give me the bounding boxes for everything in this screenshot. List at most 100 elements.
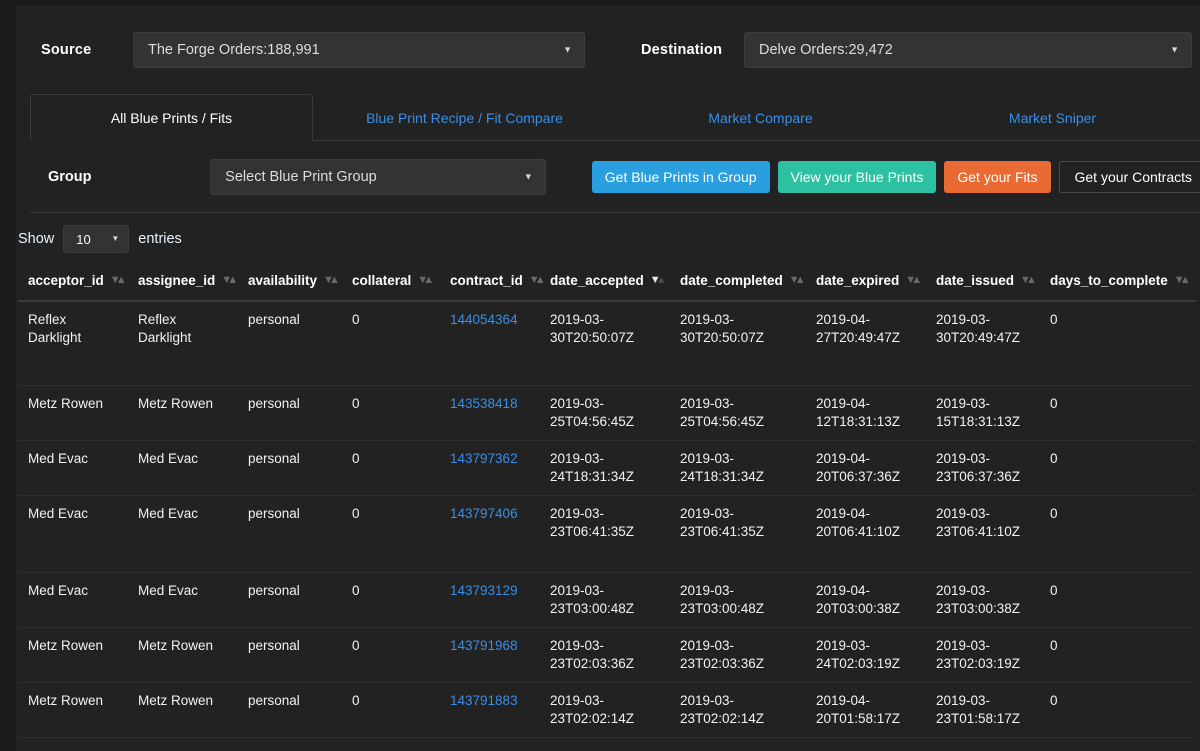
- cell-days-to-complete: 0: [1040, 495, 1196, 573]
- cell-date-issued: 2019-03-23T01:58:17Z: [926, 682, 1040, 738]
- table-row: Metz Rowen Metz Rowen personal 0 143538418 20…: [18, 385, 1196, 441]
- cell-date-accepted: 2019-03-23T02:03:36Z: [540, 627, 670, 683]
- cell-date-expired: 2019-04-20T03:00:38Z: [806, 572, 926, 628]
- column-header-label: availability: [248, 273, 318, 288]
- group-label: Group: [48, 168, 92, 185]
- cell-assignee-id: Metz Rowen: [128, 385, 238, 441]
- sort-icon-active: ▼ ▲: [650, 274, 667, 287]
- cell-date-issued: 2019-03-15T18:31:13Z: [926, 385, 1040, 441]
- sort-up-icon: ▲: [329, 274, 340, 286]
- cell-date-accepted: 2019-03-30T20:50:07Z: [540, 301, 670, 386]
- sort-icon: ▼ ▲: [789, 274, 806, 287]
- destination-select[interactable]: Delve Orders:29,472 ▼: [744, 31, 1192, 68]
- blue-print-group-select[interactable]: Select Blue Print Group ▼: [210, 158, 546, 195]
- app-root: Source The Forge Orders:188,991 ▼ Destin…: [8, 3, 1200, 751]
- source-label: Source: [41, 41, 92, 58]
- sort-up-icon: ▲: [1179, 274, 1191, 286]
- view-your-blue-prints-button[interactable]: View your Blue Prints: [777, 160, 937, 193]
- tab-market-sniper[interactable]: Market Sniper: [905, 94, 1200, 140]
- cell-availability: personal: [238, 627, 342, 683]
- cell-assignee-id: Med Evac: [128, 495, 238, 573]
- column-header-label: acceptor_id: [28, 273, 104, 288]
- sort-up-icon: ▲: [794, 274, 806, 286]
- show-entries-row: Show 10 ▼ entries: [8, 213, 1200, 265]
- column-header-label: date_expired: [816, 273, 900, 288]
- cell-acceptor-id: Med Evac: [18, 572, 128, 628]
- sort-icon: ▼ ▲: [221, 274, 238, 287]
- column-header-label: assignee_id: [138, 273, 216, 288]
- sort-up-icon: ▲: [911, 274, 923, 286]
- entries-per-page-select[interactable]: 10 ▼: [63, 225, 130, 253]
- column-header-label: contract_id: [450, 273, 523, 288]
- column-header-date-expired[interactable]: date_expired ▼ ▲: [806, 265, 926, 302]
- column-header-date-issued[interactable]: date_issued ▼ ▲: [926, 265, 1040, 302]
- column-header-acceptor-id[interactable]: acceptor_id ▼ ▲: [18, 265, 128, 302]
- table-row: Reflex Darklight Reflex Darklight personal…: [18, 301, 1196, 386]
- column-header-days-to-complete[interactable]: days_to_complete ▼ ▲: [1040, 265, 1196, 302]
- cell-date-expired: 2019-04-27T20:49:47Z: [806, 301, 926, 386]
- top-margin-rail: [8, 3, 1200, 6]
- get-your-fits-button[interactable]: Get your Fits: [944, 160, 1051, 193]
- column-header-date-accepted[interactable]: date_accepted ▼ ▲: [540, 265, 670, 302]
- column-header-label: days_to_complete: [1050, 273, 1168, 288]
- cell-acceptor-id: Med Evac: [18, 440, 128, 496]
- sort-up-icon: ▲: [1026, 274, 1037, 286]
- cell-date-completed: 2019-03-24T18:31:34Z: [670, 440, 806, 496]
- cell-assignee-id: Metz Rowen: [128, 682, 238, 738]
- cell-days-to-complete: 0: [1040, 627, 1196, 683]
- contract-id-link[interactable]: 143791968: [450, 638, 518, 653]
- cell-acceptor-id: Med Evac: [18, 495, 128, 573]
- cell-acceptor-id: Metz Rowen: [18, 385, 128, 441]
- cell-date-accepted: 2019-03-23T02:02:14Z: [540, 682, 670, 738]
- sort-up-icon: ▲: [423, 274, 435, 286]
- sort-icon: ▼ ▲: [1020, 274, 1037, 287]
- column-header-availability[interactable]: availability ▼ ▲: [238, 265, 342, 302]
- table-row: Med Evac Med Evac personal 0 143793129 2019-0…: [18, 572, 1196, 628]
- column-header-collateral[interactable]: collateral ▼ ▲: [342, 265, 440, 302]
- column-header-assignee-id[interactable]: assignee_id ▼ ▲: [128, 265, 238, 302]
- left-margin-rail: [8, 3, 16, 751]
- contract-id-link[interactable]: 143791883: [450, 693, 518, 708]
- get-blue-prints-in-group-button[interactable]: Get Blue Prints in Group: [591, 160, 770, 193]
- cell-days-to-complete: 0: [1040, 440, 1196, 496]
- cell-days-to-complete: 0: [1040, 301, 1196, 386]
- table-row: Metz Rowen Metz Rowen personal 0 143791968 20…: [18, 627, 1196, 683]
- cell-date-completed: 2019-03-25T04:56:45Z: [670, 385, 806, 441]
- column-header-date-completed[interactable]: date_completed ▼ ▲: [670, 265, 806, 302]
- contract-id-link[interactable]: 143538418: [450, 396, 518, 411]
- tab-all-blue-prints-fits[interactable]: All Blue Prints / Fits: [30, 94, 313, 141]
- cell-date-expired: 2019-04-20T01:58:17Z: [806, 682, 926, 738]
- cell-collateral: 0: [342, 301, 440, 386]
- cell-days-to-complete: 0: [1040, 572, 1196, 628]
- column-header-label: date_issued: [936, 273, 1015, 288]
- table-body: Reflex Darklight Reflex Darklight personal…: [18, 301, 1196, 738]
- chevron-down-icon: ▼: [563, 44, 572, 54]
- source-select[interactable]: The Forge Orders:188,991 ▼: [133, 31, 585, 68]
- column-header-contract-id[interactable]: contract_id ▼ ▲: [440, 265, 546, 302]
- contract-id-link[interactable]: 144054364: [450, 312, 518, 327]
- cell-date-accepted: 2019-03-24T18:31:34Z: [540, 440, 670, 496]
- sort-icon: ▼ ▲: [529, 274, 546, 287]
- column-header-label: date_accepted: [550, 273, 644, 288]
- sort-icon: ▼ ▲: [110, 274, 127, 287]
- table-header-row: acceptor_id ▼ ▲ assignee_id ▼ ▲ availability…: [18, 265, 1196, 302]
- tab-market-compare[interactable]: Market Compare: [616, 94, 905, 140]
- cell-date-completed: 2019-03-30T20:50:07Z: [670, 301, 806, 386]
- cell-contract-id: 143791968: [440, 627, 540, 683]
- cell-acceptor-id: Reflex Darklight: [18, 301, 128, 386]
- group-action-buttons: Get Blue Prints in Group View your Blue …: [591, 160, 1200, 193]
- cell-collateral: 0: [342, 627, 440, 683]
- contract-id-link[interactable]: 143793129: [450, 583, 518, 598]
- get-your-contracts-button[interactable]: Get your Contracts: [1058, 160, 1200, 193]
- contract-id-link[interactable]: 143797362: [450, 451, 518, 466]
- table-row: Med Evac Med Evac personal 0 143797362 2019-0…: [18, 440, 1196, 496]
- column-header-label: date_completed: [680, 273, 783, 288]
- blue-print-group-value: Select Blue Print Group: [225, 168, 377, 185]
- tab-bar: All Blue Prints / Fits Blue Print Recipe…: [30, 94, 1200, 141]
- cell-date-issued: 2019-03-23T06:41:10Z: [926, 495, 1040, 573]
- cell-acceptor-id: Metz Rowen: [18, 627, 128, 683]
- cell-availability: personal: [238, 301, 342, 386]
- contract-id-link[interactable]: 143797406: [450, 506, 518, 521]
- tab-blue-print-recipe-fit-compare[interactable]: Blue Print Recipe / Fit Compare: [313, 94, 616, 140]
- cell-contract-id: 143797362: [440, 440, 540, 496]
